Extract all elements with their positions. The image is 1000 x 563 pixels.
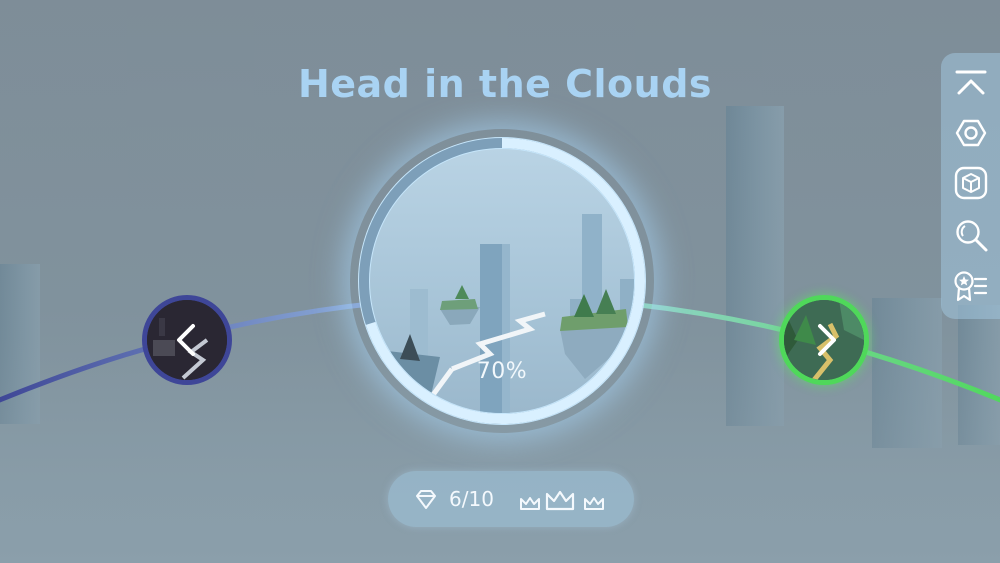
settings-hexagon-icon[interactable] [951,113,991,153]
cube-icon[interactable] [951,163,991,203]
collapse-up-icon[interactable] [951,63,991,103]
chevron-left-icon[interactable] [147,300,227,380]
gem-count: 6/10 [449,487,494,511]
search-icon[interactable] [951,215,991,255]
chevron-right-icon[interactable] [784,300,864,380]
side-menu [941,53,1000,319]
current-level-portal[interactable]: 70% [358,137,646,425]
crown-icon [520,497,540,510]
level-title: Head in the Clouds [297,62,713,106]
level-stats-bar: 6/10 [388,471,634,527]
diamond-icon [416,490,436,509]
level-progress-percent: 70% [476,359,528,384]
crown-icon [545,490,575,511]
next-level-portal[interactable] [779,295,869,385]
achievements-icon[interactable] [951,267,991,307]
previous-level-portal[interactable] [142,295,232,385]
crown-icon [584,497,604,510]
